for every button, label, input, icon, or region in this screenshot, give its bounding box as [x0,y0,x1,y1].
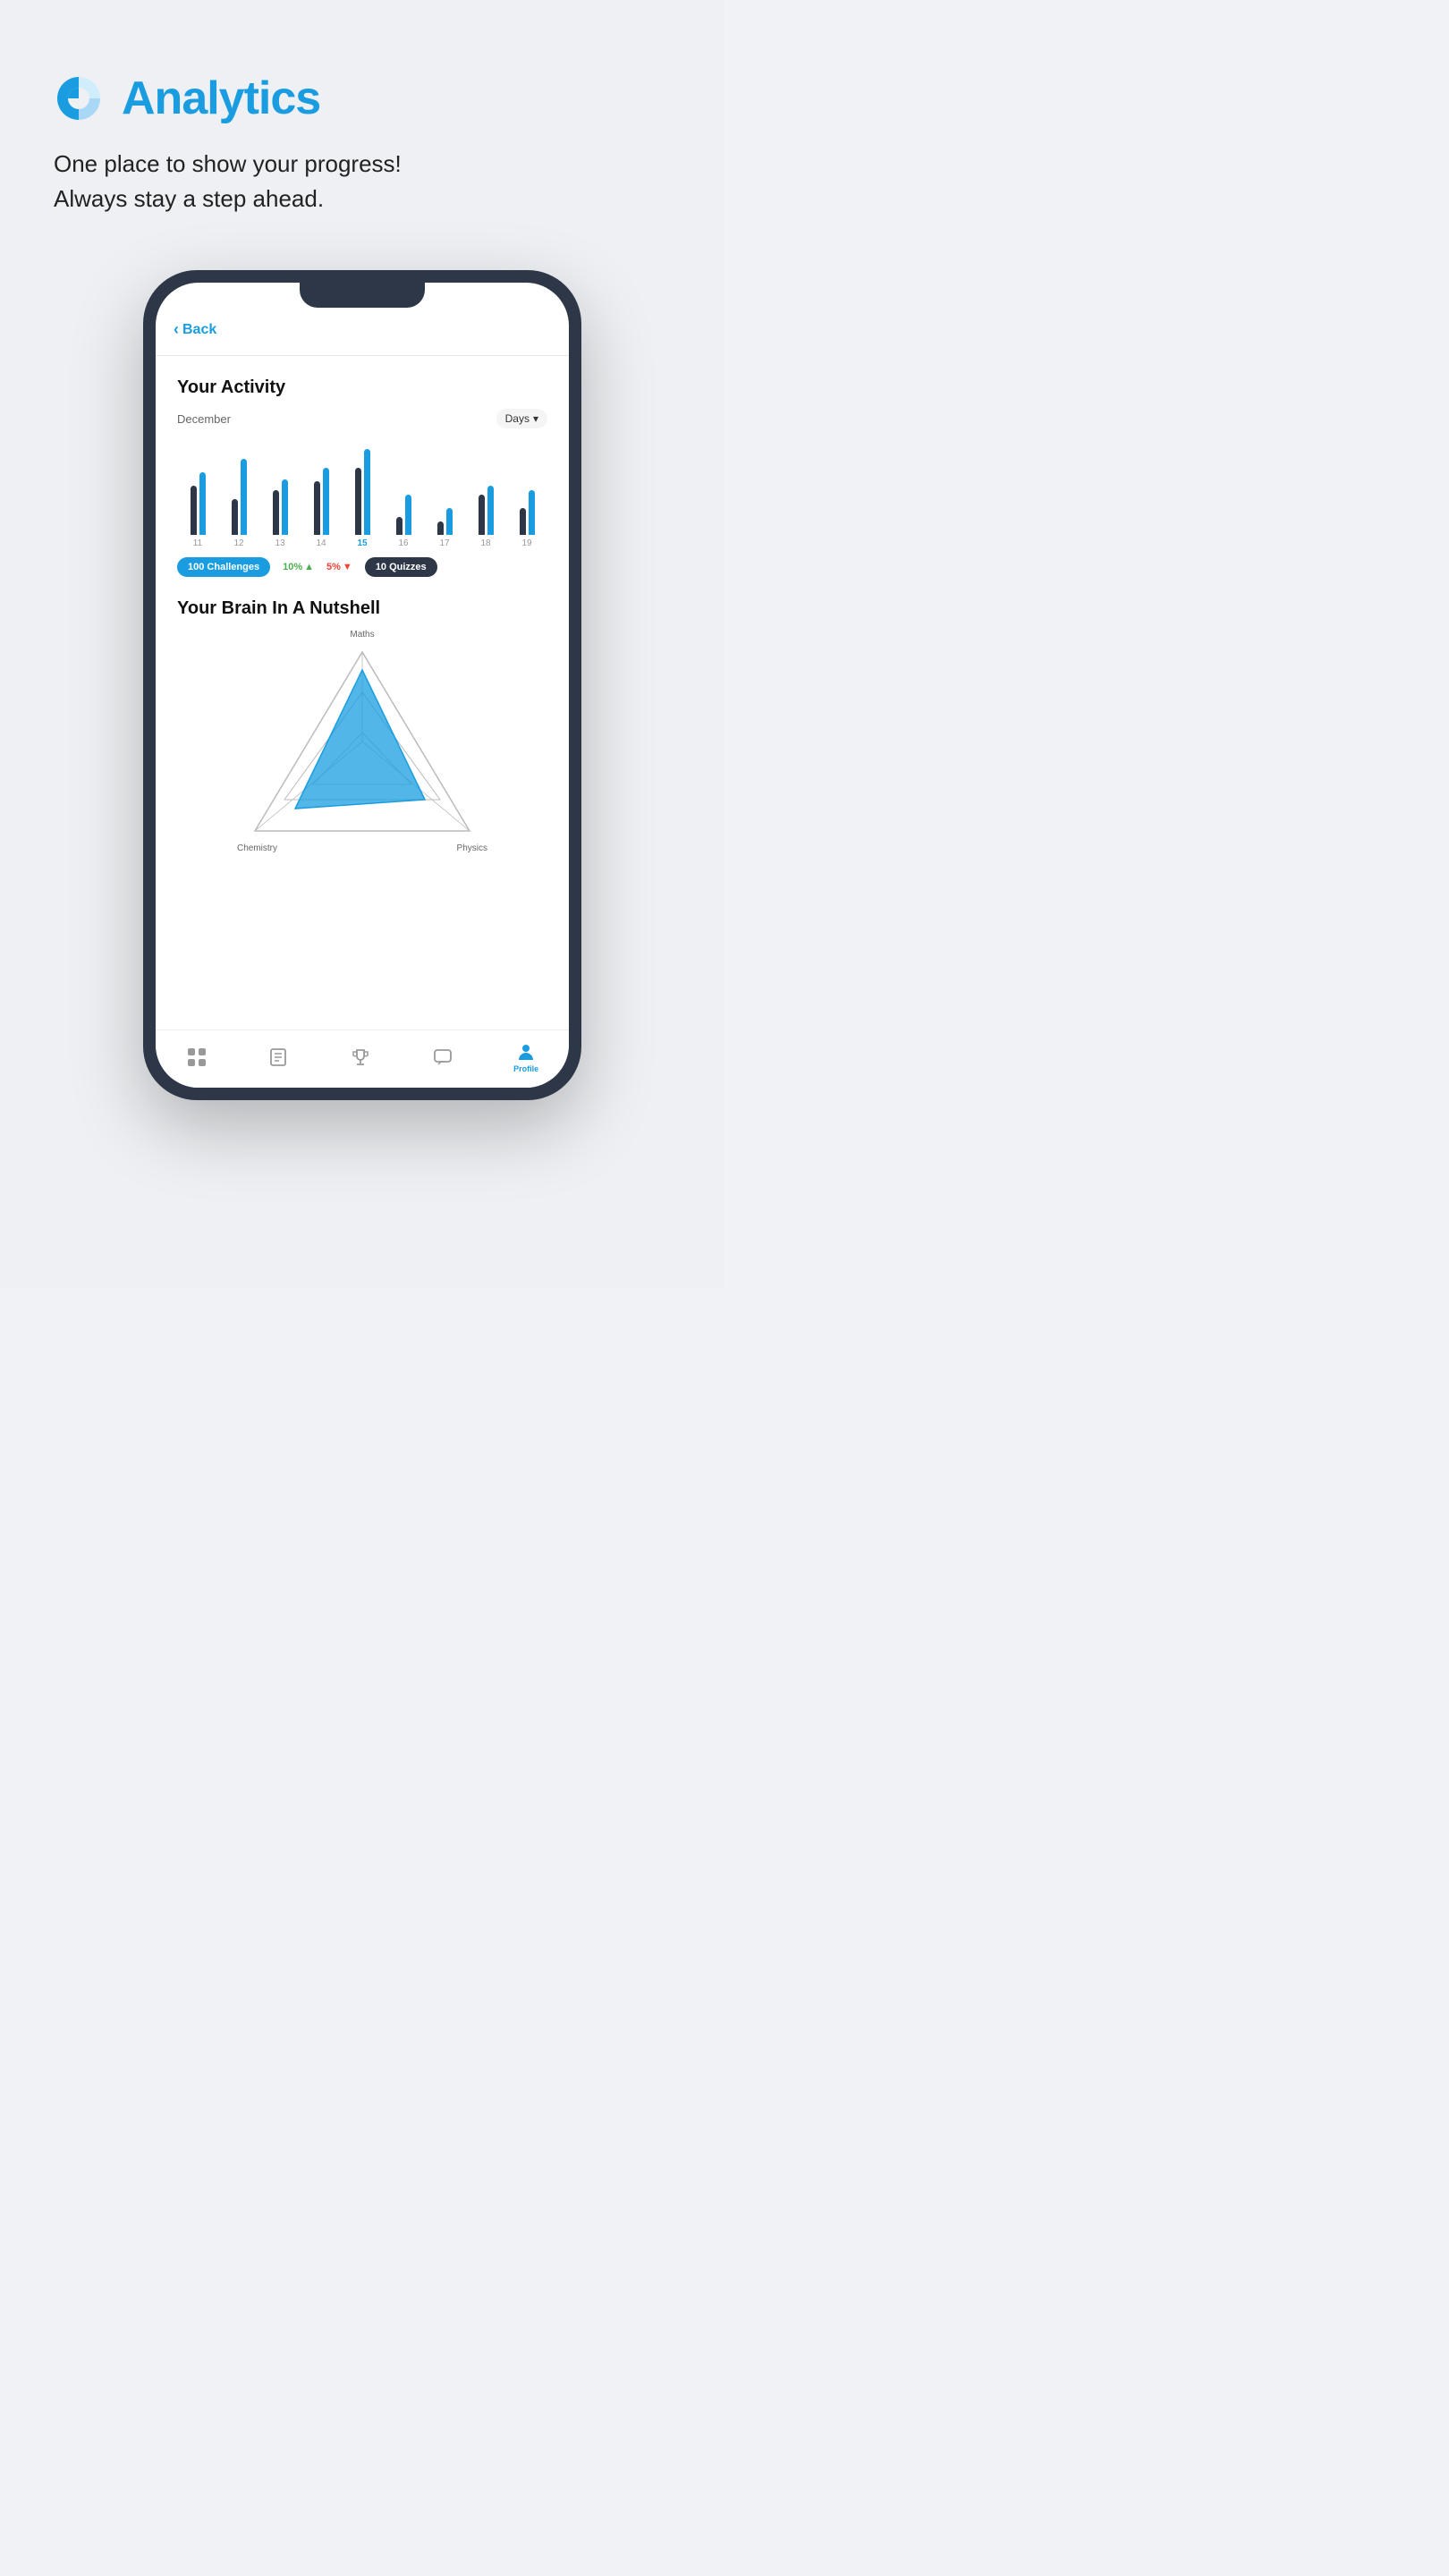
bar-label: 12 [233,538,243,548]
quizzes-badge: 10 Quizzes [365,557,437,577]
period-selector-label: Days [505,412,530,425]
phone-mockup: ‹ Back Your Activity December Days ▾ [143,270,581,1100]
radar-labels-bottom: Chemistry Physics [237,843,487,853]
bottom-nav: Profile [156,1030,569,1088]
analytics-pie-icon [54,73,104,123]
book-icon [267,1046,289,1068]
radar-label-chemistry: Chemistry [237,843,277,853]
bar-dark [191,486,197,535]
radar-container: Maths [177,630,547,853]
back-label: Back [182,322,216,338]
nav-item-trophy[interactable] [350,1046,371,1068]
days-dropdown[interactable]: Days ▾ [496,409,547,428]
bar-dark [355,468,361,535]
stat-green: 10% ▲ [283,562,314,572]
bar-label: 18 [480,538,490,548]
page-title: Analytics [122,72,320,125]
bar-blue [323,468,329,535]
bar-blue [446,508,453,535]
home-grid-icon [186,1046,208,1068]
nav-item-profile[interactable]: Profile [513,1041,538,1073]
bar-dark [273,490,279,535]
brain-section: Your Brain In A Nutshell Maths [177,598,547,853]
bar-group-12: 12 [222,445,256,548]
bar-label-active: 15 [357,538,367,548]
bar-dark [232,499,238,535]
bar-group-11: 11 [181,445,215,548]
bar-chart: 11 12 [177,441,547,548]
phone-container: ‹ Back Your Activity December Days ▾ [54,270,671,1100]
phone-screen: ‹ Back Your Activity December Days ▾ [156,283,569,1088]
month-label: December [177,412,231,426]
activity-header: December Days ▾ [177,409,547,428]
bar-label: 19 [521,538,531,548]
screen-content: Your Activity December Days ▾ [156,363,569,1030]
phone-notch [300,283,425,308]
brain-title: Your Brain In A Nutshell [177,598,547,619]
bar-dark [479,495,485,535]
page-wrapper: Analytics One place to show your progres… [0,0,724,1288]
header-section: Analytics [54,72,320,125]
profile-nav-label: Profile [513,1064,538,1073]
bar-group-18: 18 [469,445,503,548]
bar-group-15: 15 [345,445,379,548]
radar-label-physics: Physics [457,843,487,853]
bar-blue [241,459,247,535]
bar-blue [487,486,494,535]
bar-label: 11 [193,538,202,548]
dropdown-chevron-icon: ▾ [533,412,538,425]
bar-dark [314,481,320,535]
back-button[interactable]: ‹ Back [156,311,569,348]
bar-blue [364,449,370,535]
profile-icon [515,1041,537,1063]
subtitle-text: One place to show your progress! Always … [54,147,402,216]
bar-label: 16 [398,538,408,548]
bar-label: 14 [316,538,326,548]
bar-blue [199,472,206,535]
bar-blue [405,495,411,535]
bar-blue [529,490,535,535]
back-chevron-icon: ‹ [174,320,179,339]
nav-item-home[interactable] [186,1046,208,1068]
chat-icon [432,1046,453,1068]
nav-item-chat[interactable] [432,1046,453,1068]
bar-group-17: 17 [428,445,462,548]
bar-dark [396,517,402,535]
bar-group-19: 19 [510,445,544,548]
bar-dark [520,508,526,535]
trophy-icon [350,1046,371,1068]
bar-group-16: 16 [386,445,420,548]
activity-title: Your Activity [177,377,547,398]
radar-chart [237,643,487,840]
divider [156,355,569,356]
bar-group-14: 14 [304,445,338,548]
bar-blue [282,479,288,535]
bar-label: 17 [439,538,449,548]
stats-row: 100 Challenges 10% ▲ 5% ▼ 10 Quizzes [177,557,547,577]
bar-dark [437,521,444,535]
nav-item-book[interactable] [267,1046,289,1068]
stat-red: 5% ▼ [326,562,352,572]
radar-label-maths: Maths [350,630,374,640]
bar-group-13: 13 [263,445,297,548]
challenges-badge: 100 Challenges [177,557,270,577]
bar-label: 13 [275,538,284,548]
